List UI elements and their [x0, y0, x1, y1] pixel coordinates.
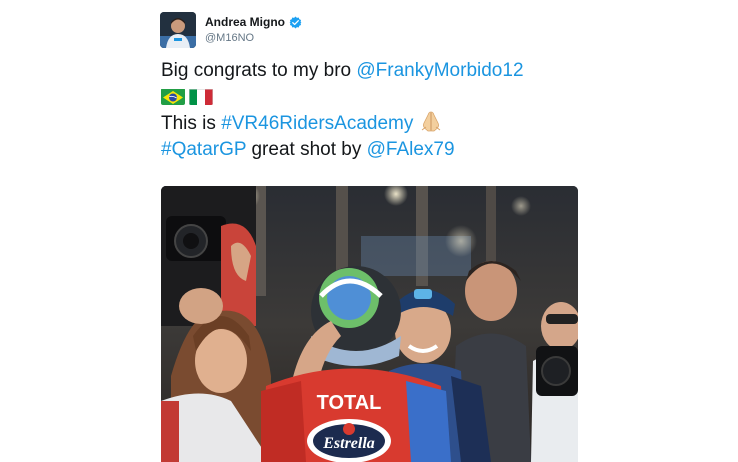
author-handle[interactable]: @M16NO: [205, 32, 254, 44]
author-name-row: Andrea Migno: [205, 15, 302, 29]
avatar[interactable]: [160, 12, 196, 48]
folded-hands-icon: [419, 110, 443, 132]
flag-brazil-icon: [161, 88, 185, 106]
jacket-text: TOTAL: [317, 392, 382, 414]
flags-group: [161, 88, 213, 106]
tweet-line-3: This is #VR46RidersAcademy: [161, 110, 601, 137]
tweet-photo[interactable]: TOTAL Estrella: [161, 186, 578, 462]
flag-italy-icon: [189, 88, 213, 106]
tweet-line-2: [161, 84, 601, 110]
verified-badge-icon: [289, 16, 302, 29]
mention-link[interactable]: @FAlex79: [367, 139, 455, 160]
tweet-text: Big congrats to my bro @FrankyMorbido12: [161, 58, 601, 163]
mention-link[interactable]: @FrankyMorbido12: [356, 60, 523, 81]
tweet-text-segment: great shot by: [246, 139, 367, 160]
author-display-name[interactable]: Andrea Migno: [205, 15, 285, 29]
tweet-text-segment: This is: [161, 113, 222, 134]
tweet-line-4: #QatarGP great shot by @FAlex79: [161, 137, 601, 163]
hashtag-link[interactable]: #VR46RidersAcademy: [221, 113, 413, 134]
tweet-text-segment: Big congrats to my bro: [161, 60, 357, 81]
hashtag-link[interactable]: #QatarGP: [161, 139, 246, 160]
tweet: Andrea Migno @M16NO Big congrats to my b…: [0, 0, 738, 462]
sponsor-text: Estrella: [322, 435, 375, 452]
tweet-line-1: Big congrats to my bro @FrankyMorbido12: [161, 58, 601, 84]
